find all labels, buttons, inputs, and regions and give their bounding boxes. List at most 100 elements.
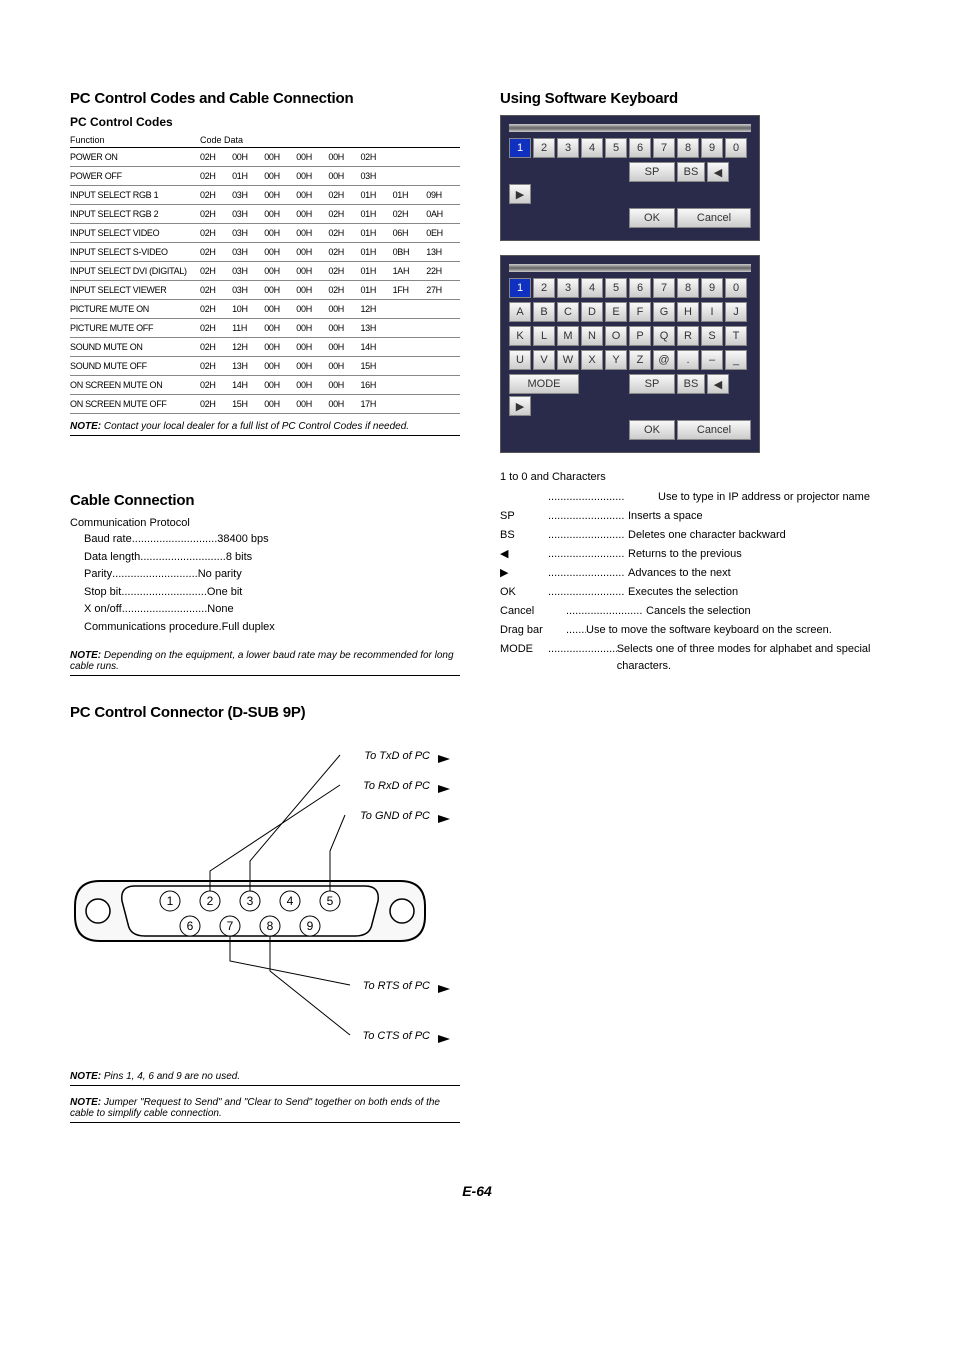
table-row: INPUT SELECT RGB 102H03H00H00H02H01H01H0… bbox=[70, 186, 460, 205]
key-0[interactable]: 0 bbox=[725, 138, 747, 158]
keyboard-drag-bar[interactable] bbox=[509, 124, 751, 132]
key-ok[interactable]: OK bbox=[629, 420, 675, 440]
key-0[interactable]: 0 bbox=[725, 278, 747, 298]
key-1[interactable]: 1 bbox=[509, 278, 531, 298]
table-row: INPUT SELECT DVI (DIGITAL)02H03H00H00H02… bbox=[70, 262, 460, 281]
key-i[interactable]: I bbox=[701, 302, 723, 322]
subheading-comm-protocol: Communication Protocol bbox=[70, 517, 460, 529]
key-p[interactable]: P bbox=[629, 326, 651, 346]
note-jumper: NOTE: Jumper "Request to Send" and "Clea… bbox=[70, 1094, 460, 1123]
spec-row: X on/off ............................ No… bbox=[84, 601, 460, 619]
glossary-row: MODE ......................... Selects o… bbox=[500, 641, 884, 675]
svg-text:1: 1 bbox=[167, 894, 174, 908]
glossary-row: Drag bar ......................... Use t… bbox=[500, 622, 884, 639]
table-row: INPUT SELECT VIEWER02H03H00H00H02H01H1FH… bbox=[70, 281, 460, 300]
key-x[interactable]: X bbox=[581, 350, 603, 370]
key-cancel[interactable]: Cancel bbox=[677, 208, 751, 228]
key-y[interactable]: Y bbox=[605, 350, 627, 370]
svg-text:9: 9 bbox=[307, 919, 314, 933]
key-l[interactable]: L bbox=[533, 326, 555, 346]
key-7[interactable]: 7 bbox=[653, 278, 675, 298]
key-u[interactable]: U bbox=[509, 350, 531, 370]
key-j[interactable]: J bbox=[725, 302, 747, 322]
table-header-function: Function bbox=[70, 133, 200, 148]
key-cancel[interactable]: Cancel bbox=[677, 420, 751, 440]
key-v[interactable]: V bbox=[533, 350, 555, 370]
diag-label-gnd: To GND of PC bbox=[360, 810, 430, 822]
key-w[interactable]: W bbox=[557, 350, 579, 370]
heading-pc-control-codes: PC Control Codes and Cable Connection bbox=[70, 90, 460, 107]
key-e[interactable]: E bbox=[605, 302, 627, 322]
diag-label-rxd: To RxD of PC bbox=[363, 780, 430, 792]
connector-diagram: To TxD of PC To RxD of PC To GND of PC 1… bbox=[70, 741, 460, 1064]
key-4[interactable]: 4 bbox=[581, 278, 603, 298]
key-right-arrow[interactable]: ▶ bbox=[509, 396, 531, 416]
table-row: SOUND MUTE ON02H12H00H00H00H14H bbox=[70, 338, 460, 357]
key-bs[interactable]: BS bbox=[677, 374, 705, 394]
key-4[interactable]: 4 bbox=[581, 138, 603, 158]
key-h[interactable]: H bbox=[677, 302, 699, 322]
key-o[interactable]: O bbox=[605, 326, 627, 346]
key-9[interactable]: 9 bbox=[701, 278, 723, 298]
key-r[interactable]: R bbox=[677, 326, 699, 346]
key-s[interactable]: S bbox=[701, 326, 723, 346]
svg-text:3: 3 bbox=[247, 894, 254, 908]
key-ok[interactable]: OK bbox=[629, 208, 675, 228]
keyboard-drag-bar[interactable] bbox=[509, 264, 751, 272]
key-6[interactable]: 6 bbox=[629, 138, 651, 158]
key-c[interactable]: C bbox=[557, 302, 579, 322]
key-a[interactable]: A bbox=[509, 302, 531, 322]
key-5[interactable]: 5 bbox=[605, 138, 627, 158]
key-6[interactable]: 6 bbox=[629, 278, 651, 298]
key-2[interactable]: 2 bbox=[533, 278, 555, 298]
key-left-arrow[interactable]: ◀ bbox=[707, 162, 729, 182]
key-right-arrow[interactable]: ▶ bbox=[509, 184, 531, 204]
key-3[interactable]: 3 bbox=[557, 138, 579, 158]
diag-label-cts: To CTS of PC bbox=[363, 1030, 431, 1042]
key-5[interactable]: 5 bbox=[605, 278, 627, 298]
key-left-arrow[interactable]: ◀ bbox=[707, 374, 729, 394]
software-keyboard-alpha: 1234567890 ABCDEFGHIJ KLMNOPQRST UVWXYZ@… bbox=[500, 255, 884, 453]
svg-text:5: 5 bbox=[327, 894, 334, 908]
key-g[interactable]: G bbox=[653, 302, 675, 322]
key-–[interactable]: – bbox=[701, 350, 723, 370]
glossary-row: ......................... Use to type in… bbox=[500, 489, 884, 506]
key-t[interactable]: T bbox=[725, 326, 747, 346]
note-codes: NOTE: Contact your local dealer for a fu… bbox=[70, 418, 460, 436]
key-q[interactable]: Q bbox=[653, 326, 675, 346]
key-k[interactable]: K bbox=[509, 326, 531, 346]
key-8[interactable]: 8 bbox=[677, 138, 699, 158]
key-b[interactable]: B bbox=[533, 302, 555, 322]
key-9[interactable]: 9 bbox=[701, 138, 723, 158]
key-z[interactable]: Z bbox=[629, 350, 651, 370]
glossary-list: ......................... Use to type in… bbox=[500, 489, 884, 675]
key-m[interactable]: M bbox=[557, 326, 579, 346]
svg-text:4: 4 bbox=[287, 894, 294, 908]
svg-text:7: 7 bbox=[227, 919, 234, 933]
key-7[interactable]: 7 bbox=[653, 138, 675, 158]
key-bs[interactable]: BS bbox=[677, 162, 705, 182]
key-2[interactable]: 2 bbox=[533, 138, 555, 158]
key-@[interactable]: @ bbox=[653, 350, 675, 370]
key-n[interactable]: N bbox=[581, 326, 603, 346]
key-8[interactable]: 8 bbox=[677, 278, 699, 298]
diag-label-txd: To TxD of PC bbox=[364, 750, 430, 762]
key-1[interactable]: 1 bbox=[509, 138, 531, 158]
table-row: INPUT SELECT S-VIDEO02H03H00H00H02H01H0B… bbox=[70, 243, 460, 262]
key-.[interactable]: . bbox=[677, 350, 699, 370]
spec-list: Baud rate ............................ 3… bbox=[84, 531, 460, 637]
note-baud: NOTE: Depending on the equipment, a lowe… bbox=[70, 647, 460, 676]
key-mode[interactable]: MODE bbox=[509, 374, 579, 394]
glossary-row: Cancel ......................... Cancels… bbox=[500, 603, 884, 620]
pc-control-codes-table: Function Code Data POWER ON02H00H00H00H0… bbox=[70, 133, 460, 414]
glossary-row: BS ......................... Deletes one… bbox=[500, 527, 884, 544]
key-_[interactable]: _ bbox=[725, 350, 747, 370]
key-sp[interactable]: SP bbox=[629, 162, 675, 182]
table-row: PICTURE MUTE OFF02H11H00H00H00H13H bbox=[70, 319, 460, 338]
spec-row: Parity ............................ No p… bbox=[84, 566, 460, 584]
diag-label-rts: To RTS of PC bbox=[363, 980, 430, 992]
key-sp[interactable]: SP bbox=[629, 374, 675, 394]
key-d[interactable]: D bbox=[581, 302, 603, 322]
key-3[interactable]: 3 bbox=[557, 278, 579, 298]
key-f[interactable]: F bbox=[629, 302, 651, 322]
